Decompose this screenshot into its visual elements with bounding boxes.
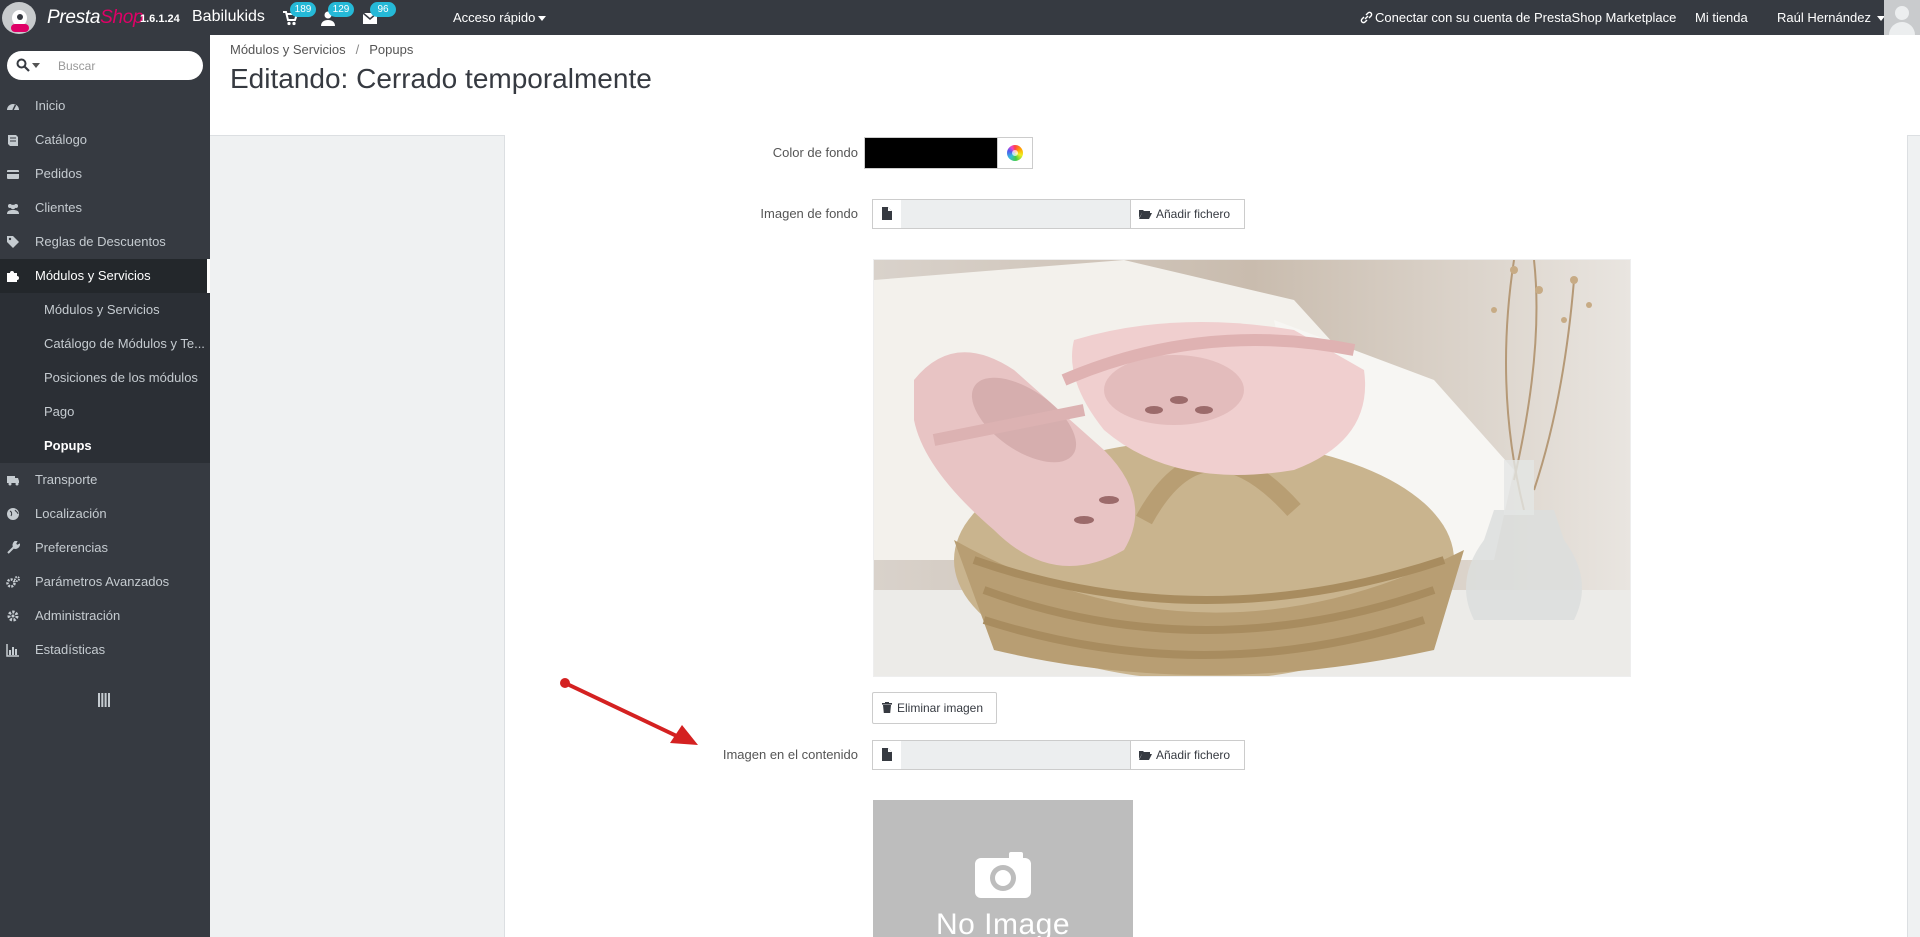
baby-shoes-photo (874, 260, 1630, 676)
globe-icon (7, 508, 19, 520)
collapse-sidebar-icon[interactable] (98, 693, 110, 707)
puzzle-icon (7, 271, 19, 282)
cog-icon (7, 610, 19, 622)
sidebar-item-catalogo[interactable]: Catálogo (0, 123, 210, 157)
subitem-pago[interactable]: Pago (0, 395, 210, 429)
no-image-text: No Image (935, 908, 1071, 937)
messages-notification[interactable]: 96 (362, 2, 396, 26)
folder-open-icon (1139, 751, 1152, 760)
dashboard-icon (7, 104, 19, 111)
color-picker-button[interactable] (997, 137, 1033, 169)
user-menu[interactable]: Raúl Hernández (1777, 10, 1885, 25)
sidebar-item-clientes[interactable]: Clientes (0, 191, 210, 225)
prestashop-logo[interactable] (2, 2, 36, 34)
bg-color-label: Color de fondo (772, 145, 858, 160)
sidebar-item-reglas-descuentos[interactable]: Reglas de Descuentos (0, 225, 210, 259)
subitem-popups[interactable]: Popups (0, 429, 210, 463)
wrench-icon (7, 541, 20, 554)
customers-notification[interactable]: 129 (320, 2, 354, 26)
sidebar-item-inicio[interactable]: Inicio (0, 89, 210, 123)
bg-image-preview (873, 259, 1631, 677)
sidebar-item-modulos-servicios[interactable]: Módulos y Servicios (0, 259, 210, 293)
main-nav: Inicio Catálogo Pedidos Clientes Reglas … (0, 89, 210, 667)
subitem-posiciones-modulos[interactable]: Posiciones de los módulos (0, 361, 210, 395)
content-image-label: Imagen en el contenido (722, 747, 858, 762)
red-annotation-arrow (560, 678, 698, 745)
truck-icon (7, 476, 19, 486)
sidebar-item-estadisticas[interactable]: Estadísticas (0, 633, 210, 667)
file-icon-box (872, 199, 902, 229)
shop-name[interactable]: Babilukids (192, 8, 265, 26)
breadcrumb-item[interactable]: Módulos y Servicios (230, 42, 346, 57)
add-content-image-button[interactable]: Añadir fichero (1130, 740, 1245, 770)
version-label: 1.6.1.24 (140, 13, 180, 25)
search-box (7, 51, 203, 80)
marketplace-connect-link[interactable]: Conectar con su cuenta de PrestaShop Mar… (1360, 10, 1676, 25)
submenu-modulos: Módulos y Servicios Catálogo de Módulos … (0, 293, 210, 463)
file-icon-box (872, 740, 902, 770)
sidebar-item-parametros-avanzados[interactable]: Parámetros Avanzados (0, 565, 210, 599)
search-input[interactable] (56, 55, 200, 77)
camera-icon (975, 852, 1031, 898)
bar-chart-icon (6, 644, 19, 657)
link-icon (1360, 11, 1373, 24)
subitem-catalogo-modulos[interactable]: Catálogo de Módulos y Te... (0, 327, 210, 361)
chevron-down-icon[interactable] (32, 63, 40, 68)
sidebar-item-localizacion[interactable]: Localización (0, 497, 210, 531)
top-bar: PrestaShop 1.6.1.24 Babilukids 189 129 9… (0, 0, 1920, 35)
chevron-down-icon (538, 16, 547, 22)
trash-icon (882, 702, 892, 713)
orders-notification[interactable]: 189 (282, 2, 316, 26)
search-icon[interactable] (16, 58, 30, 72)
avatar[interactable] (1884, 0, 1920, 35)
my-shop-link[interactable]: Mi tienda (1695, 10, 1748, 25)
add-bg-image-button[interactable]: Añadir fichero (1130, 199, 1245, 229)
breadcrumb-item[interactable]: Popups (369, 42, 413, 57)
file-icon (882, 207, 892, 220)
color-wheel-icon (1007, 145, 1023, 161)
subitem-modulos-servicios[interactable]: Módulos y Servicios (0, 293, 210, 327)
no-image-placeholder: No Image (873, 800, 1133, 937)
delete-image-button[interactable]: Eliminar imagen (872, 692, 997, 724)
sidebar-item-pedidos[interactable]: Pedidos (0, 157, 210, 191)
sidebar-item-preferencias[interactable]: Preferencias (0, 531, 210, 565)
page-header: Módulos y Servicios / Popups Editando: Cer… (210, 35, 1920, 136)
page-title: Editando: Cerrado temporalmente (230, 63, 652, 94)
file-icon (882, 748, 892, 761)
tags-icon (7, 236, 19, 248)
folder-open-icon (1139, 210, 1152, 219)
sidebar: Inicio Catálogo Pedidos Clientes Reglas … (0, 35, 210, 937)
notification-badge: 129 (328, 2, 354, 17)
brand-name[interactable]: PrestaShop (47, 7, 144, 29)
sidebar-item-transporte[interactable]: Transporte (0, 463, 210, 497)
book-icon (8, 135, 18, 146)
bg-image-filename-field[interactable] (901, 199, 1131, 229)
content-image-filename-field[interactable] (901, 740, 1131, 770)
content-image-upload: Añadir fichero (872, 740, 1245, 770)
breadcrumb: Módulos y Servicios / Popups (230, 42, 414, 57)
credit-card-icon (7, 170, 19, 179)
cogs-icon (6, 576, 20, 588)
quick-access-menu[interactable]: Acceso rápido (453, 10, 547, 25)
users-icon (7, 204, 19, 214)
notification-badge: 96 (370, 2, 396, 17)
bg-image-upload: Añadir fichero (872, 199, 1245, 229)
sidebar-item-administracion[interactable]: Administración (0, 599, 210, 633)
notification-badge: 189 (290, 2, 316, 17)
bg-image-label: Imagen de fondo (760, 206, 858, 221)
bg-color-input[interactable] (864, 137, 999, 169)
